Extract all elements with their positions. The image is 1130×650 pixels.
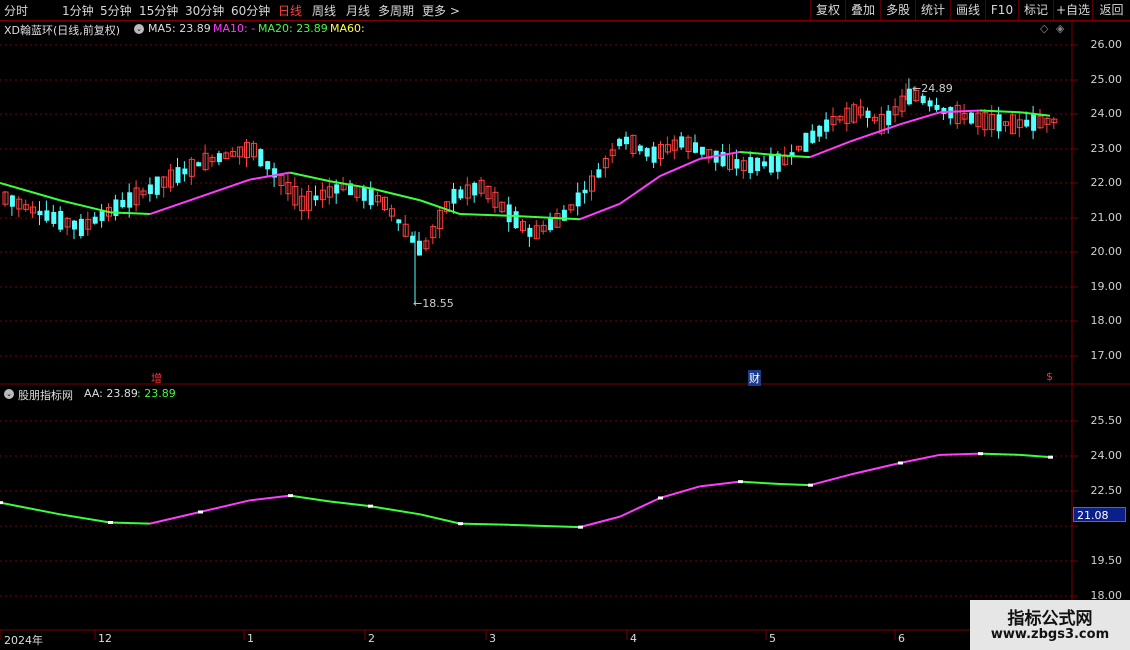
stock-title: XD翰蓝环(日线,前复权) bbox=[4, 24, 121, 37]
kline-chart[interactable] bbox=[0, 0, 1130, 650]
date-label: 3 bbox=[489, 632, 496, 645]
price-axis-label: 23.00 bbox=[1090, 142, 1123, 155]
watermark-title: 指标公式网 bbox=[1007, 609, 1093, 629]
indicator-axis-label: 19.50 bbox=[1090, 554, 1123, 567]
indicator-aa-label: AA: 23.89 bbox=[84, 387, 138, 400]
ma60-label: MA60: bbox=[330, 22, 365, 35]
date-label: 2 bbox=[368, 632, 375, 645]
ma5-label: MA5: 23.89 bbox=[148, 22, 211, 35]
cursor-value-box: 21.08 bbox=[1073, 507, 1126, 522]
watermark-url: www.zbgs3.com bbox=[990, 627, 1110, 642]
event-marker-increase[interactable]: 增 bbox=[150, 370, 163, 386]
price-axis-label: 17.00 bbox=[1090, 349, 1123, 362]
price-axis-label: 18.00 bbox=[1090, 314, 1123, 327]
diamond-icon[interactable]: ◇ bbox=[1040, 22, 1048, 35]
low-price-annotation: ←18.55 bbox=[413, 297, 454, 310]
price-axis-label: 26.00 bbox=[1090, 38, 1123, 51]
date-label: 6 bbox=[898, 632, 905, 645]
indicator-aa-value: : 23.89 bbox=[137, 387, 176, 400]
indicator-axis-label: 24.00 bbox=[1090, 449, 1123, 462]
event-marker-dividend[interactable]: $ bbox=[1045, 370, 1054, 383]
indicator-axis-label: 25.50 bbox=[1090, 414, 1123, 427]
ma-toggle-icon[interactable]: ⌄ bbox=[134, 24, 144, 34]
date-label: 12 bbox=[98, 632, 112, 645]
price-axis-label: 24.00 bbox=[1090, 107, 1123, 120]
price-axis-label: 21.00 bbox=[1090, 211, 1123, 224]
low-price-value: 18.55 bbox=[422, 297, 454, 310]
price-axis-label: 25.00 bbox=[1090, 73, 1123, 86]
ma10-label: MA10: - bbox=[213, 22, 256, 35]
event-marker-finance[interactable]: 财 bbox=[748, 370, 761, 386]
watermark-logo: 指标公式网 www.zbgs3.com bbox=[970, 600, 1130, 650]
high-price-value: 24.89 bbox=[921, 82, 953, 95]
indicator-name: 股朋指标网 bbox=[18, 389, 73, 402]
indicator-toggle-icon[interactable]: ⌄ bbox=[4, 389, 14, 399]
date-label: 2024年 bbox=[4, 634, 43, 647]
ma20-label: MA20: 23.89 bbox=[258, 22, 328, 35]
date-label: 4 bbox=[630, 632, 637, 645]
high-price-annotation: ←24.89 bbox=[912, 82, 953, 95]
price-axis-label: 22.00 bbox=[1090, 176, 1123, 189]
price-axis-label: 20.00 bbox=[1090, 245, 1123, 258]
price-axis-label: 19.00 bbox=[1090, 280, 1123, 293]
settings-icon[interactable]: ◈ bbox=[1056, 22, 1064, 35]
date-label: 1 bbox=[247, 632, 254, 645]
date-label: 5 bbox=[769, 632, 776, 645]
indicator-axis-label: 22.50 bbox=[1090, 484, 1123, 497]
